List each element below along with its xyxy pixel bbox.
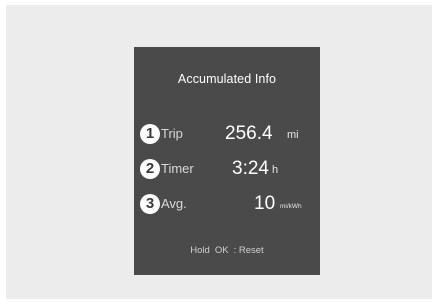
reset-hint-reset: : Reset	[233, 245, 264, 256]
trip-unit: mi	[287, 129, 299, 141]
trip-row: 1 Trip 256.4 mi	[140, 122, 316, 146]
cluster-display-panel: Accumulated Info 1 Trip 256.4 mi 2 Timer…	[134, 47, 320, 275]
callout-number-3: 3	[140, 194, 160, 214]
timer-label: Timer	[161, 161, 194, 176]
reset-hint-ok: OK	[214, 245, 229, 256]
reset-hint: Hold OK : Reset	[134, 245, 320, 256]
average-row: 3 Avg. 10 mi/kWh	[140, 192, 316, 216]
illustration-frame: Accumulated Info 1 Trip 256.4 mi 2 Timer…	[6, 5, 432, 299]
screen-title: Accumulated Info	[177, 72, 277, 86]
reset-hint-hold: Hold	[190, 245, 210, 256]
timer-unit: h	[272, 164, 279, 176]
trip-value: 256.4	[225, 123, 273, 144]
timer-value: 3:24	[232, 158, 269, 179]
timer-row: 2 Timer 3:24 h	[140, 157, 316, 181]
callout-number-2: 2	[140, 159, 160, 179]
trip-label: Trip	[161, 126, 183, 141]
callout-number-1: 1	[140, 124, 160, 144]
average-label: Avg.	[161, 196, 187, 211]
average-unit: mi/kWh	[280, 203, 302, 210]
average-value: 10	[254, 193, 276, 214]
